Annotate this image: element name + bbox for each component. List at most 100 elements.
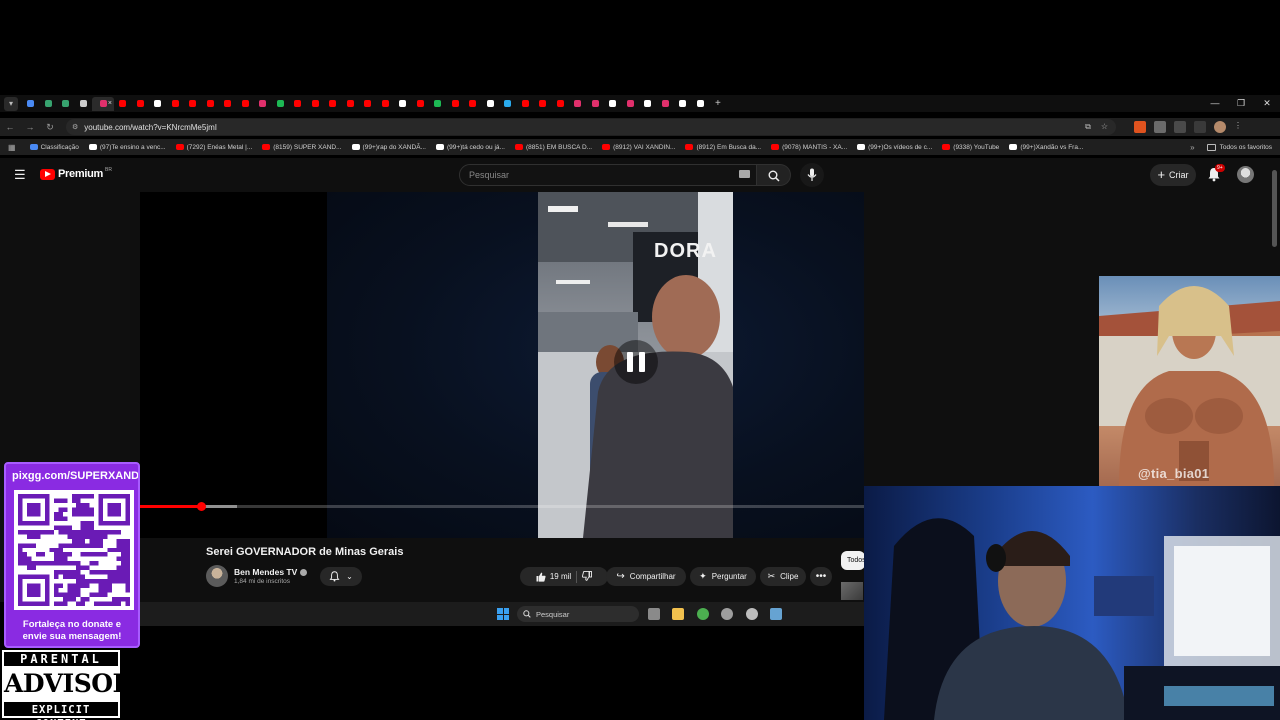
channel-name-row[interactable]: Ben Mendes TV	[234, 567, 308, 577]
video-progress-bar[interactable]	[140, 502, 864, 511]
side-panel-icon[interactable]	[1194, 121, 1206, 133]
account-avatar[interactable]	[1237, 166, 1254, 183]
dislike-button[interactable]	[582, 570, 593, 583]
guide-menu-icon[interactable]: ☰	[14, 168, 26, 181]
profile-avatar[interactable]	[1214, 121, 1226, 133]
subscription-bell-button[interactable]: ⌄	[320, 567, 362, 586]
taskbar-app-icon[interactable]	[770, 608, 782, 620]
tab-search-menu-icon[interactable]: ▾	[4, 96, 18, 111]
pause-overlay[interactable]	[614, 340, 658, 384]
browser-tab[interactable]	[552, 97, 570, 111]
taskbar-app-icon[interactable]	[721, 608, 733, 620]
page-scrollbar[interactable]	[1272, 170, 1277, 247]
install-app-icon[interactable]: ⧉	[1085, 122, 1091, 132]
extension-icon[interactable]	[1154, 121, 1166, 133]
all-bookmarks-button[interactable]: Todos os favoritos	[1206, 143, 1272, 151]
browser-tab[interactable]	[622, 97, 640, 111]
bookmark-item[interactable]: (97)Te ensino a venc...	[88, 144, 166, 151]
bookmark-item[interactable]: (99+)Xandão vs Fra...	[1009, 144, 1083, 151]
browser-tab[interactable]	[254, 97, 272, 111]
browser-tab[interactable]	[674, 97, 692, 111]
browser-tab[interactable]	[167, 97, 185, 111]
bookmarks-overflow-icon[interactable]: »	[1190, 143, 1194, 152]
site-info-icon[interactable]: ⚙	[72, 123, 78, 131]
bookmark-item[interactable]: (99+)rap do XANDÃ...	[351, 144, 426, 151]
browser-tab[interactable]	[342, 97, 360, 111]
browser-tab[interactable]	[57, 97, 75, 111]
browser-tab[interactable]	[324, 97, 342, 111]
browser-tab[interactable]	[534, 97, 552, 111]
bookmark-item[interactable]: (8912) Em Busca da...	[685, 144, 761, 151]
browser-tab[interactable]	[40, 97, 58, 111]
browser-tab[interactable]	[464, 97, 482, 111]
channel-avatar[interactable]	[206, 565, 228, 587]
bookmark-item[interactable]: Classificação	[29, 144, 79, 151]
browser-tab[interactable]	[272, 97, 290, 111]
browser-tab[interactable]	[657, 97, 675, 111]
new-tab-button[interactable]: +	[715, 98, 721, 109]
browser-tab[interactable]	[237, 97, 255, 111]
share-button[interactable]: ↪ Compartilhar	[606, 567, 686, 586]
youtube-premium-logo[interactable]: Premium BR	[40, 167, 112, 180]
browser-tab[interactable]	[517, 97, 535, 111]
close-window-icon[interactable]: ✕	[1254, 95, 1280, 112]
browser-tab[interactable]	[219, 97, 237, 111]
extensions-puzzle-icon[interactable]	[1174, 121, 1186, 133]
browser-tab[interactable]	[394, 97, 412, 111]
maximize-icon[interactable]: ❐	[1228, 95, 1254, 112]
browser-tab[interactable]	[482, 97, 500, 111]
related-video-thumbnail[interactable]	[841, 582, 863, 600]
forward-icon[interactable]: →	[20, 122, 40, 132]
bookmark-star-icon[interactable]: ☆	[1101, 122, 1108, 132]
browser-tab[interactable]	[447, 97, 465, 111]
bookmark-item[interactable]: (7292) Enéas Metal |...	[175, 144, 252, 151]
bookmark-item[interactable]: (99+)Os vídeos de c...	[857, 144, 932, 151]
taskbar-search[interactable]: Pesquisar	[517, 606, 639, 622]
browser-tab[interactable]	[289, 97, 307, 111]
browser-tab[interactable]	[377, 97, 395, 111]
menu-kebab-icon[interactable]: ⋮	[1234, 121, 1242, 133]
browser-tab[interactable]	[22, 97, 40, 111]
taskbar-app-icon[interactable]	[648, 608, 660, 620]
browser-tab[interactable]	[114, 97, 132, 111]
browser-tab[interactable]	[587, 97, 605, 111]
browser-tab[interactable]	[359, 97, 377, 111]
browser-tab[interactable]	[149, 97, 167, 111]
browser-tab[interactable]	[429, 97, 447, 111]
browser-tab[interactable]	[307, 97, 325, 111]
browser-tab[interactable]	[132, 97, 150, 111]
bookmark-item[interactable]: (9338) YouTube	[942, 144, 999, 151]
bookmark-item[interactable]: (8159) SUPER XAND...	[262, 144, 342, 151]
browser-tab[interactable]	[499, 97, 517, 111]
search-input[interactable]	[460, 165, 710, 185]
bookmark-item[interactable]: (9078) MANTIS - XA...	[771, 144, 847, 151]
create-button[interactable]: + Criar	[1150, 164, 1196, 186]
like-button[interactable]: 19 mil	[536, 572, 571, 582]
channel-name[interactable]: Ben Mendes TV	[234, 567, 297, 577]
taskbar-app-icon[interactable]	[697, 608, 709, 620]
apps-grid-icon[interactable]: ▦	[8, 143, 16, 152]
progress-scrubber[interactable]	[196, 502, 206, 511]
browser-tab[interactable]	[75, 97, 93, 111]
browser-tab[interactable]	[184, 97, 202, 111]
keyboard-icon[interactable]	[739, 170, 750, 178]
taskbar-app-icon[interactable]	[672, 608, 684, 620]
windows-start-icon[interactable]	[497, 608, 509, 620]
taskbar-app-icon[interactable]	[746, 608, 758, 620]
address-bar[interactable]: ⚙ youtube.com/watch?v=KNrcmMe5jmI ⧉ ☆	[66, 119, 1116, 135]
filter-chip-all[interactable]: Todos	[841, 551, 865, 570]
search-button[interactable]	[757, 164, 791, 186]
close-tab-icon[interactable]: ×	[108, 100, 112, 107]
more-actions-button[interactable]: •••	[810, 567, 832, 586]
browser-tab[interactable]	[692, 97, 710, 111]
reload-icon[interactable]: ↻	[40, 122, 60, 133]
bookmark-item[interactable]: (99+)tá cedo ou já...	[435, 144, 505, 151]
back-icon[interactable]: ←	[0, 122, 20, 132]
browser-tab[interactable]	[202, 97, 220, 111]
browser-tab[interactable]	[569, 97, 587, 111]
minimize-icon[interactable]: —	[1202, 95, 1228, 112]
browser-tab[interactable]: ×	[92, 96, 114, 111]
voice-search-button[interactable]	[800, 163, 824, 187]
extension-icon[interactable]	[1134, 121, 1146, 133]
browser-tab[interactable]	[639, 97, 657, 111]
